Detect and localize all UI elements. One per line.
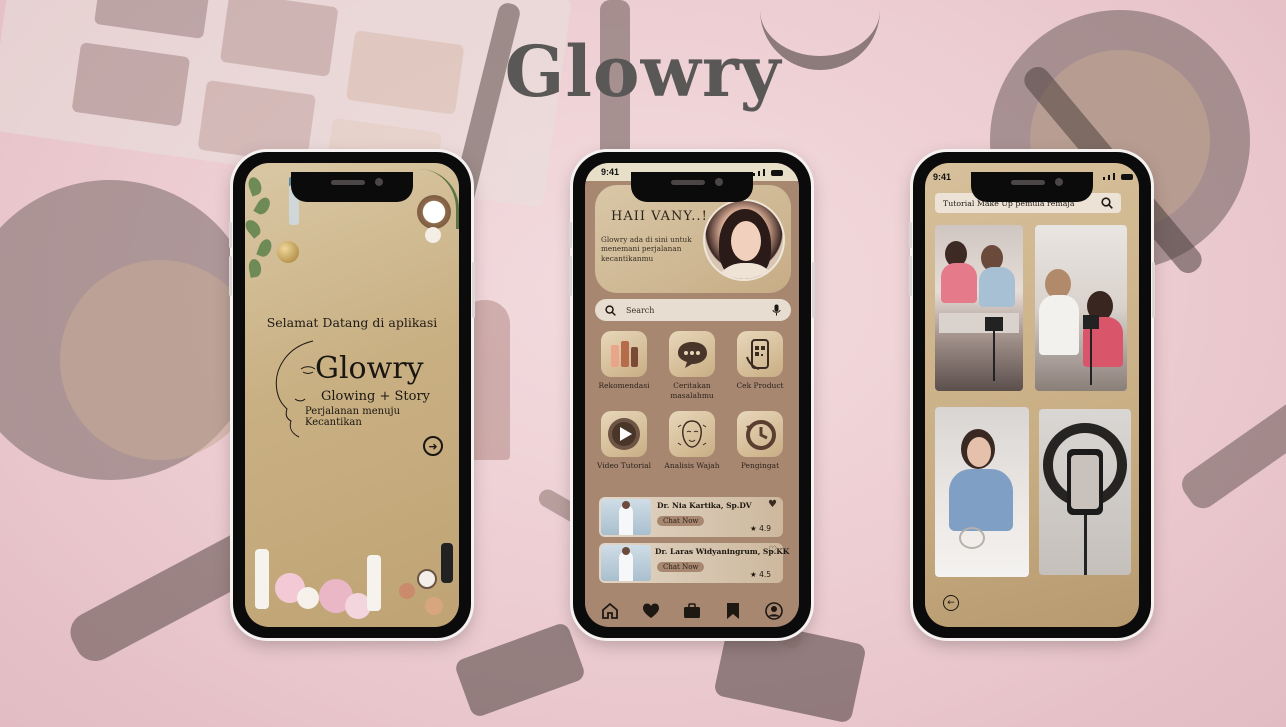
menu-label: Rekomendasi [598,381,650,390]
gold-ball-image [277,241,299,263]
microphone-icon[interactable] [772,304,781,316]
status-time: 9:41 [601,167,620,177]
qr-scan-icon [746,339,769,370]
face-analysis-icon [677,420,707,448]
notch [971,172,1093,202]
arrow-right-circle-icon: ➜ [428,439,438,453]
menu-video-tutorial[interactable]: Video Tutorial [593,411,655,471]
doctor-photo [601,499,651,535]
greeting-text: Glowry ada di sini untuk menemani perjal… [601,235,692,263]
arrow-left-circle-icon: ← [947,598,955,608]
menu-rekomendasi[interactable]: Rekomendasi [593,331,655,391]
star-icon: ★ [749,524,757,533]
app-tagline: Perjalanan menuju Kecantikan [305,406,401,428]
bookmark-icon [727,603,740,619]
tutorial-video-thumbnail[interactable] [1035,225,1127,391]
doctor-name: Dr. Nia Kartika, Sp.DV [657,501,752,510]
status-time: 9:41 [933,172,952,182]
menu-pengingat[interactable]: Pengingat [729,411,791,471]
nav-bookmark[interactable] [722,600,744,622]
tutorial-video-thumbnail[interactable] [935,225,1023,391]
nav-briefcase[interactable] [681,600,703,622]
menu-label: Ceritakan masalahmu [670,381,714,400]
menu-cek-product[interactable]: Cek Product [729,331,791,391]
heart-icon [642,603,659,618]
doctor-rating: ★ 4.9 [749,524,771,533]
doctor-card[interactable]: Dr. Nia Kartika, Sp.DV Chat Now ♥ ★ 4.9 [599,497,783,537]
nav-favorites[interactable] [640,600,662,622]
status-icons [1103,173,1133,180]
search-icon[interactable] [1101,197,1113,209]
nav-home[interactable] [599,600,621,622]
star-icon: ★ [749,570,757,579]
profile-icon [765,602,784,620]
search-bar[interactable]: Search [595,299,791,321]
chat-bubble-icon [678,342,707,368]
splash-screen: Selamat Datang di aplikasi Glowry Glowin… [245,163,459,627]
tutorial-video-thumbnail[interactable] [1039,409,1131,575]
menu-label: Pengingat [740,461,780,470]
notch [631,172,753,202]
back-button[interactable]: ← [943,595,959,611]
tutorial-screen: 9:41 Tutorial Make Up pemula remaja ← [925,163,1139,627]
chat-now-button[interactable]: Chat Now [657,516,705,526]
doctor-card[interactable]: Dr. Laras Widyaningrum, Sp.KK Chat Now ♡… [599,543,789,583]
phone-tutorial: 9:41 Tutorial Make Up pemula remaja ← [909,152,1155,638]
products-icon [611,341,638,367]
leaves-decoration [245,163,279,283]
flowers-decoration [245,543,459,627]
heart-filled-icon[interactable]: ♥ [768,499,777,510]
menu-analisis-wajah[interactable]: Analisis Wajah [661,411,723,471]
phone-splash: Selamat Datang di aplikasi Glowry Glowin… [229,152,475,638]
doctor-photo [601,545,651,581]
menu-label: Video Tutorial [596,461,652,470]
status-icons [753,169,783,176]
briefcase-icon [683,603,700,618]
menu-ceritakan[interactable]: Ceritakan masalahmu [661,331,723,401]
welcome-text: Selamat Datang di aplikasi [266,315,438,330]
tutorial-video-thumbnail[interactable] [935,407,1029,577]
heart-outline-icon[interactable]: ♡ [768,545,777,556]
notch [291,172,413,202]
chat-now-button[interactable]: Chat Now [657,562,705,572]
coconut-image [417,195,451,229]
phone-home: 9:41 HAII VANY..! Glowry ada di sini unt… [569,152,815,638]
greeting-title: HAII VANY..! [611,209,708,224]
brand-title: Glowry [504,30,782,113]
menu-label: Cek Product [736,381,784,390]
home-icon [601,602,618,619]
search-icon [605,304,616,316]
play-icon [608,418,640,450]
app-logo-text: Glowry [315,351,424,386]
next-arrow-button[interactable]: ➜ [423,436,443,456]
menu-label: Analisis Wajah [664,461,720,470]
bottom-navigation [585,595,799,627]
home-screen: 9:41 HAII VANY..! Glowry ada di sini unt… [585,163,799,627]
search-placeholder: Search [626,305,655,315]
user-avatar[interactable] [703,199,785,281]
app-subtitle: Glowing + Story [321,389,431,404]
doctor-rating: ★ 4.5 [749,570,771,579]
nav-profile[interactable] [763,600,785,622]
clock-reminder-icon [746,420,776,450]
